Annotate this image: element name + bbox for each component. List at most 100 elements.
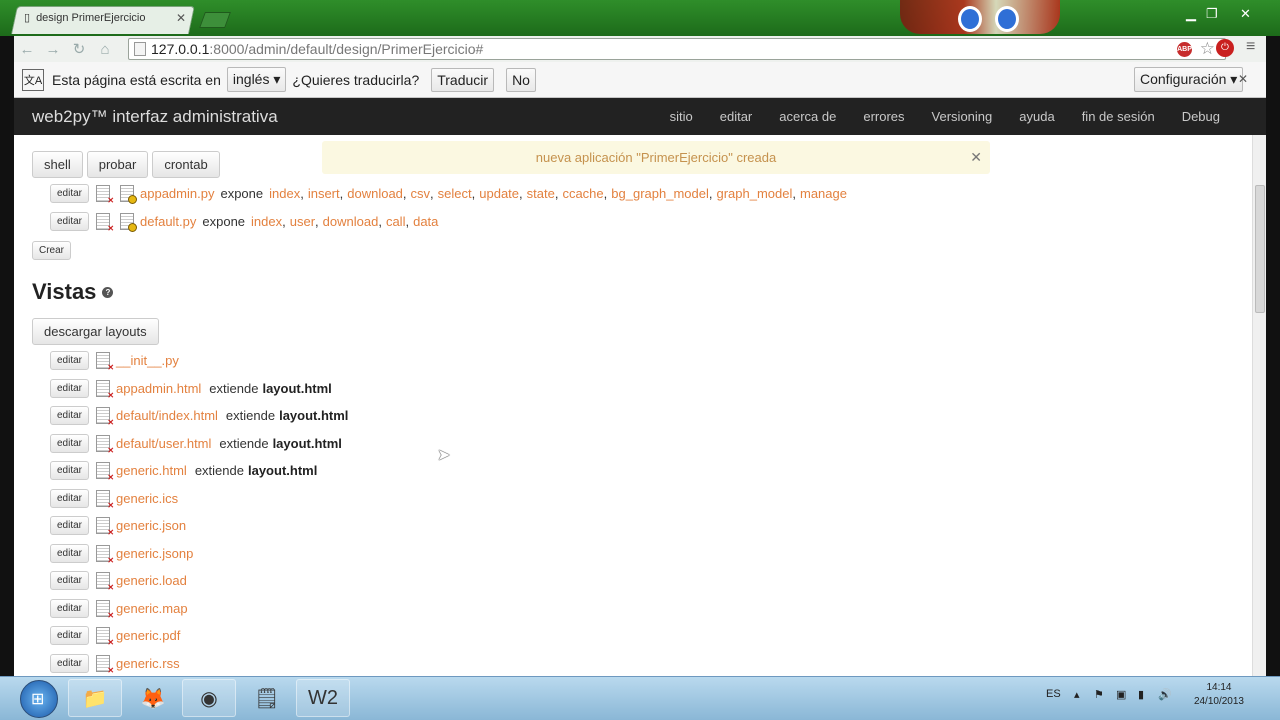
edit-button[interactable]: editar [50,433,90,453]
view-file-link[interactable]: default/index.html [116,408,218,423]
edit-button[interactable]: editar [50,626,90,646]
home-icon[interactable]: ⌂ [92,41,118,58]
address-bar[interactable]: 127.0.0.1:8000/admin/default/design/Prim… [128,38,1226,60]
delete-file-icon[interactable] [96,627,114,647]
firefox-taskbar-icon[interactable]: 🦊 [126,679,180,717]
delete-file-icon[interactable] [96,654,114,675]
controller-file-link[interactable]: appadmin.py [140,186,214,201]
action-center-icon[interactable]: ⚑ [1094,688,1104,701]
delete-file-icon[interactable] [96,517,114,537]
nav-item-errores[interactable]: errores [863,109,904,124]
window-close-icon[interactable]: ✕ [1240,6,1251,22]
delete-file-icon[interactable] [96,407,114,427]
exposed-function-link[interactable]: insert [308,186,340,201]
bookmark-star-icon[interactable]: ☆ [1200,39,1215,59]
exposed-function-link[interactable]: ccache [562,186,603,201]
reload-icon[interactable]: ↻ [66,40,92,58]
delete-file-icon[interactable] [96,544,114,565]
delete-file-icon[interactable] [96,572,114,592]
view-file-link[interactable]: generic.jsonp [116,546,193,561]
edit-button[interactable]: editar [50,598,90,618]
page-scrollbar[interactable] [1252,135,1266,676]
view-file-link[interactable]: default/user.html [116,436,211,451]
exposed-function-link[interactable]: csv [411,186,431,201]
view-file-link[interactable]: generic.ics [116,491,178,506]
minimize-icon[interactable]: ▁ [1186,6,1196,22]
scrollbar-thumb[interactable] [1255,185,1265,313]
crear-button[interactable]: Crear [32,241,72,260]
exposed-function-link[interactable]: index [269,186,300,201]
tray-expand-icon[interactable]: ▴ [1074,688,1080,701]
delete-file-icon[interactable] [96,462,114,482]
edit-button[interactable]: editar [50,516,90,536]
delete-file-icon[interactable] [96,212,114,233]
edit-button[interactable]: editar [50,184,90,204]
language-indicator[interactable]: ES [1046,688,1061,700]
nav-item-editar[interactable]: editar [720,109,753,124]
flash-close-icon[interactable]: ✕ [970,141,982,174]
exposed-function-link[interactable]: call [386,214,406,229]
view-file-link[interactable]: generic.map [116,601,188,616]
tray-app-icon[interactable]: ▣ [1116,688,1126,701]
shell-button[interactable]: shell [32,151,83,178]
edit-button[interactable]: editar [50,653,90,673]
exposed-function-link[interactable]: manage [800,186,847,201]
delete-file-icon[interactable] [96,352,114,372]
exposed-function-link[interactable]: download [347,186,403,201]
edit-button[interactable]: editar [50,571,90,591]
explorer-taskbar-icon[interactable]: 📁 [68,679,122,717]
nav-item-sitio[interactable]: sitio [670,109,693,124]
edit-button[interactable]: editar [50,543,90,563]
download-layouts-button[interactable]: descargar layouts [32,318,159,345]
nav-item-acerca[interactable]: acerca de [779,109,836,124]
volume-icon[interactable]: 🔊 [1158,688,1172,701]
page-info-icon[interactable] [134,42,146,56]
delete-file-icon[interactable] [96,185,114,205]
exposed-function-link[interactable]: download [323,214,379,229]
start-button[interactable]: ⊞ [20,680,58,718]
view-file-link[interactable]: generic.html [116,463,187,478]
crontab-button[interactable]: crontab [152,151,220,178]
view-file-link[interactable]: generic.json [116,518,186,533]
web2py-taskbar-icon[interactable]: W2 [296,679,350,717]
translate-button[interactable]: Traducir [431,67,495,92]
view-file-link[interactable]: __init__.py [116,353,179,368]
exposed-function-link[interactable]: user [290,214,315,229]
view-file-link[interactable]: generic.pdf [116,628,180,643]
notes-taskbar-icon[interactable]: 🗒 [240,679,294,717]
exposed-function-link[interactable]: bg_graph_model [611,186,709,201]
delete-file-icon[interactable] [96,434,114,455]
clock[interactable]: 14:14 24/10/2013 [1194,681,1244,709]
brand-title[interactable]: web2py™ interfaz administrativa [32,107,670,127]
edit-button[interactable]: editar [50,461,90,481]
exposed-function-link[interactable]: index [251,214,282,229]
nav-item-versioning[interactable]: Versioning [932,109,993,124]
nav-item-logout[interactable]: fin de sesión [1082,109,1155,124]
translate-close-icon[interactable]: ✕ [1238,72,1248,86]
exposed-function-link[interactable]: select [438,186,472,201]
chrome-menu-icon[interactable]: ≡ [1246,38,1255,56]
view-file-link[interactable]: appadmin.html [116,381,201,396]
forward-arrow-icon[interactable]: → [40,41,66,58]
delete-file-icon[interactable] [96,379,114,400]
network-icon[interactable]: ▮ [1138,688,1144,701]
exposed-function-link[interactable]: update [479,186,519,201]
edit-button[interactable]: editar [50,488,90,508]
adblock-icon[interactable]: ABP [1177,42,1192,57]
edit-button[interactable]: editar [50,351,90,371]
exposed-function-link[interactable]: data [413,214,438,229]
nav-item-debug[interactable]: Debug [1182,109,1220,124]
back-arrow-icon[interactable]: ← [14,41,40,58]
probar-button[interactable]: probar [86,151,149,178]
delete-file-icon[interactable] [96,489,114,510]
delete-file-icon[interactable] [96,599,114,620]
translate-settings-button[interactable]: Configuración ▾ [1134,67,1244,92]
language-select[interactable]: inglés ▾ [226,67,287,92]
help-icon[interactable]: ? [102,286,114,298]
chrome-taskbar-icon[interactable]: ◉ [182,679,236,717]
view-file-link[interactable]: generic.load [116,573,187,588]
exposed-function-link[interactable]: state [527,186,555,201]
no-translate-button[interactable]: No [506,67,536,92]
exposed-function-link[interactable]: graph_model [716,186,792,201]
edit-button[interactable]: editar [50,378,90,398]
